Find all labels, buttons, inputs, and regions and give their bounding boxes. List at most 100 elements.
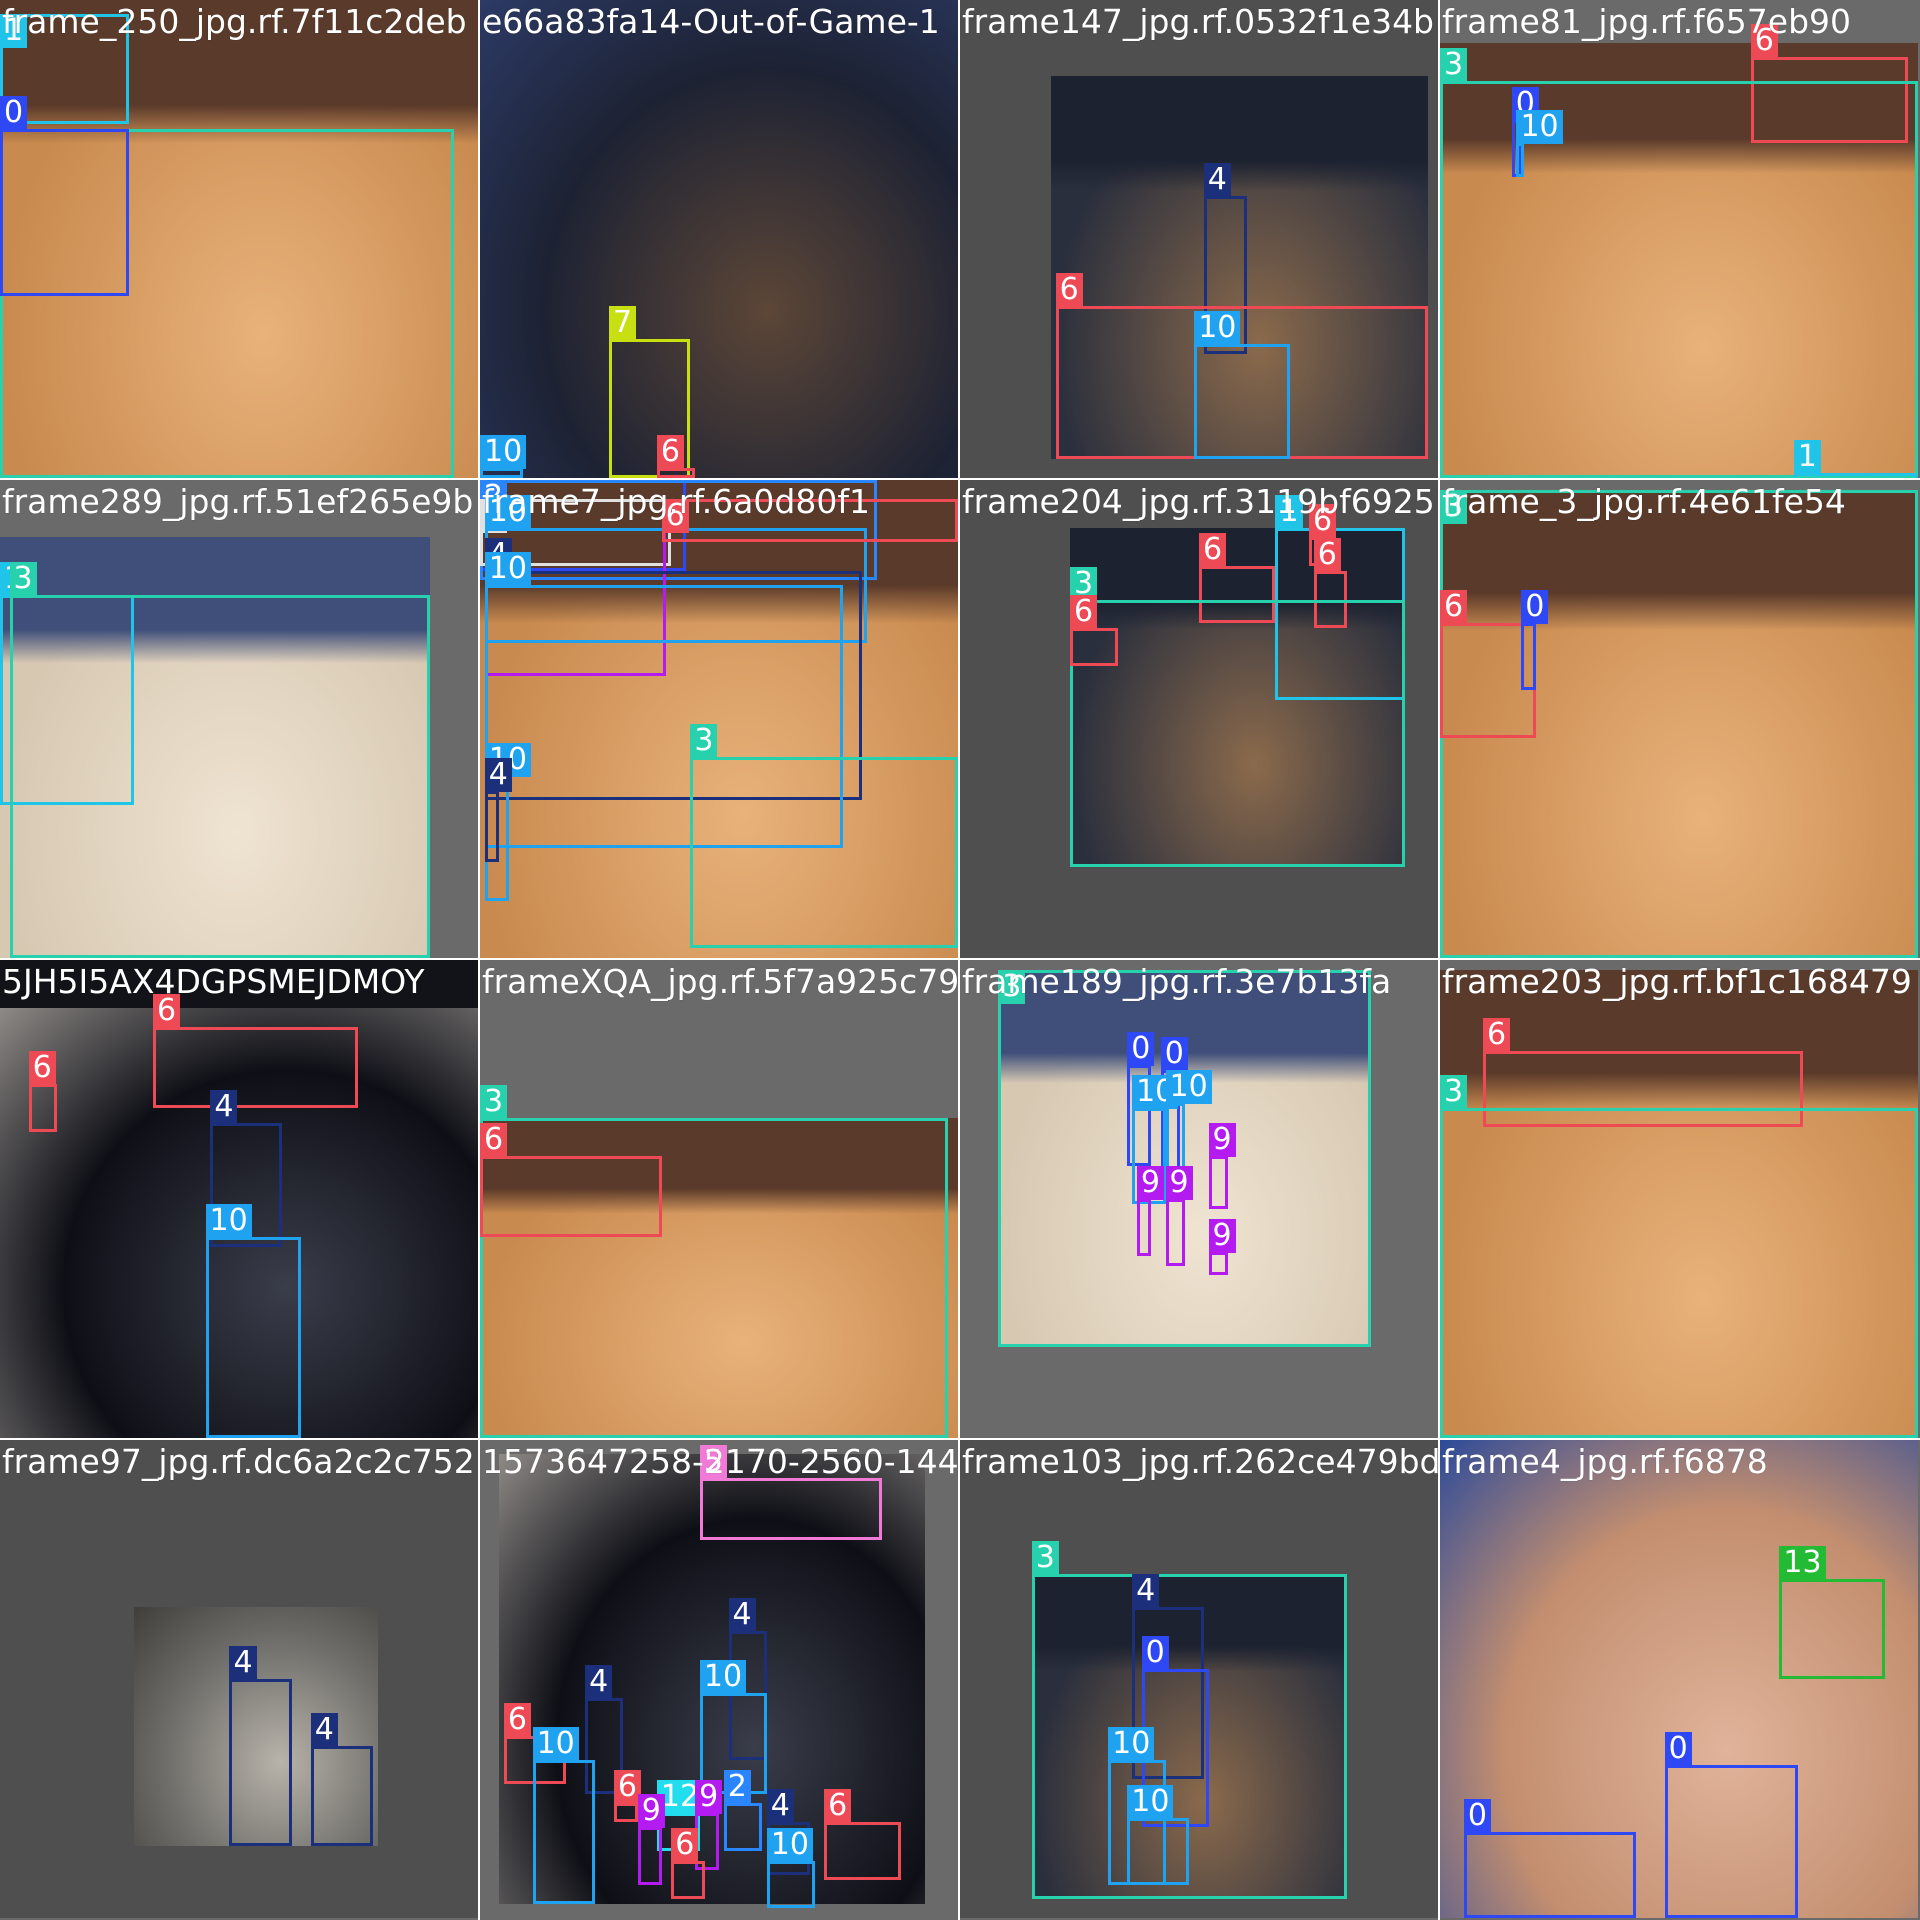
class-label: 0 <box>1521 590 1549 625</box>
mosaic-tile: frame_3_jpg.rf.4e61fe54 3 6 0 <box>1440 480 1918 958</box>
class-label: 6 <box>1199 533 1227 568</box>
class-label: 0 <box>1664 1732 1692 1767</box>
bounding-box: 3 <box>998 969 1372 1348</box>
tile-caption: frame189_jpg.rf.3e7b13fa <box>962 962 1392 1001</box>
class-label: 6 <box>1055 272 1083 307</box>
bounding-box: 10 <box>532 1727 595 1904</box>
tile-caption: frame97_jpg.rf.dc6a2c2c752 <box>2 1442 475 1481</box>
bounding-box: 9 <box>1208 1218 1236 1276</box>
mosaic-tile: frame204_jpg.rf.3119bf6925 6 1 6 6 3 6 <box>960 480 1438 958</box>
class-label: 6 <box>28 1051 56 1086</box>
bounding-box: 0 <box>0 96 130 297</box>
tile-caption: frame_250_jpg.rf.7f11c2deb <box>2 2 467 41</box>
class-label: 10 <box>205 1204 252 1239</box>
bounding-box: 3 <box>9 561 431 958</box>
bounding-box: 5 <box>699 1445 882 1541</box>
class-label: 10 <box>1108 1727 1155 1762</box>
bounding-box: 6 <box>613 1770 641 1823</box>
detection-mosaic: frame_250_jpg.rf.7f11c2deb130e66a83fa14-… <box>0 0 1920 1920</box>
tile-caption: frame_3_jpg.rf.4e61fe54 <box>1442 482 1846 521</box>
class-label: 10 <box>532 1727 579 1762</box>
class-label: 4 <box>484 757 512 792</box>
bounding-box: 10 <box>480 435 527 478</box>
tile-caption: frame103_jpg.rf.262ce479bd <box>962 1442 1438 1481</box>
bounding-box: 6 <box>28 1051 58 1133</box>
bounding-box: 10 <box>1194 311 1290 459</box>
mosaic-tile: frame147_jpg.rf.0532f1e34b 4 6 10 <box>960 0 1438 478</box>
class-label: 4 <box>310 1712 338 1747</box>
bounding-box: 3 <box>1069 566 1405 868</box>
bounding-box: 9 <box>1208 1122 1236 1209</box>
bounding-box: 6 <box>824 1789 901 1880</box>
bounding-box: 6 <box>480 1122 662 1238</box>
bounding-box: 6 <box>656 435 696 478</box>
bounding-box: 9 <box>1165 1166 1193 1266</box>
bounding-box: 9 <box>637 1794 665 1885</box>
class-label: 4 <box>585 1665 613 1700</box>
class-label: 4 <box>728 1598 756 1633</box>
mosaic-tile: frame97_jpg.rf.dc6a2c2c752 4 4 <box>0 1440 478 1918</box>
bounding-box: 6 <box>152 993 359 1109</box>
mosaic-tile: frame7_jpg.rf.6a0d80f102891064103104 <box>480 480 958 958</box>
class-label: 6 <box>656 435 684 470</box>
grid-divider <box>478 0 480 1920</box>
mosaic-tile: 5JH5I5AX4DGPSMEJDMOY 6 6 4 10 <box>0 960 478 1438</box>
grid-divider <box>1438 0 1440 1920</box>
tile-caption: e66a83fa14-Out-of-Game-1 <box>482 2 940 41</box>
tile-caption: frame81_jpg.rf.f657eb90 <box>1442 2 1852 41</box>
mosaic-tile: frame103_jpg.rf.262ce479bd 3 4 0 10 10 <box>960 1440 1438 1918</box>
class-label: 6 <box>824 1789 852 1824</box>
class-label: 10 <box>699 1660 747 1695</box>
bounding-box: 3 <box>1440 1075 1918 1438</box>
class-label: 6 <box>671 1827 699 1862</box>
tile-caption: frame289_jpg.rf.51ef265e9b <box>2 482 474 521</box>
grid-divider <box>0 1438 1920 1440</box>
bounding-box: 10 <box>205 1204 302 1438</box>
class-label: 3 <box>480 1084 508 1119</box>
tile-caption: frame204_jpg.rf.3119bf6925 <box>962 482 1435 521</box>
class-label: 9 <box>1208 1218 1236 1253</box>
class-label: 3 <box>1440 1075 1468 1110</box>
bounding-box: 13 <box>1779 1545 1885 1679</box>
class-label: 6 <box>1440 590 1468 625</box>
class-label: 4 <box>1203 162 1231 197</box>
bounding-box: 4 <box>229 1646 292 1847</box>
class-label: 9 <box>1136 1166 1164 1200</box>
bounding-box: 2 <box>723 1770 762 1852</box>
class-label: 9 <box>637 1794 665 1829</box>
bounding-box: 6 <box>671 1827 705 1899</box>
class-label: 4 <box>1132 1574 1160 1609</box>
tile-caption: frame4_jpg.rf.f6878 <box>1442 1442 1768 1481</box>
bounding-box: 0 <box>1521 590 1549 691</box>
bounding-box: 3 <box>690 724 958 949</box>
class-label: 4 <box>210 1089 238 1124</box>
tile-caption: 5JH5I5AX4DGPSMEJDMOY <box>2 962 425 1001</box>
class-label: 13 <box>1779 1545 1826 1580</box>
bounding-box: 0 <box>1463 1798 1636 1918</box>
class-label: 9 <box>1208 1122 1236 1157</box>
mosaic-tile: frame289_jpg.rf.51ef265e9b13 <box>0 480 478 958</box>
class-label: 6 <box>1483 1017 1511 1052</box>
class-label: 9 <box>1165 1166 1193 1200</box>
mosaic-tile: frame_250_jpg.rf.7f11c2deb130 <box>0 0 478 478</box>
bounding-box: 4 <box>484 757 512 863</box>
class-label: 10 <box>1165 1070 1212 1105</box>
bounding-box: 4 <box>310 1712 373 1847</box>
grid-divider <box>0 478 1920 480</box>
mosaic-tile: frame4_jpg.rf.f6878 13 0 0 <box>1440 1440 1918 1918</box>
grid-divider <box>0 958 1920 960</box>
tile-caption: frame203_jpg.rf.bf1c168479 <box>1442 962 1912 1001</box>
class-label: 3 <box>690 724 718 759</box>
bounding-box: 6 <box>1069 595 1118 667</box>
tile-caption: frame147_jpg.rf.0532f1e34b <box>962 2 1435 41</box>
class-label: 0 <box>1141 1636 1169 1671</box>
mosaic-tile: frame189_jpg.rf.3e7b13fa 3 0 0 10 10 9 9 9 9 <box>960 960 1438 1438</box>
class-label: 6 <box>503 1703 531 1738</box>
frame-image <box>480 0 958 478</box>
mosaic-tile: frame203_jpg.rf.bf1c168479 6 3 <box>1440 960 1918 1438</box>
mosaic-tile: frameXQA_jpg.rf.5f7a925c79 3 6 <box>480 960 958 1438</box>
mosaic-tile: e66a83fa14-Out-of-Game-1 7 6 10 <box>480 0 958 478</box>
class-label: 10 <box>1194 311 1241 346</box>
class-label: 10 <box>1127 1784 1174 1819</box>
grid-divider <box>958 0 960 1920</box>
